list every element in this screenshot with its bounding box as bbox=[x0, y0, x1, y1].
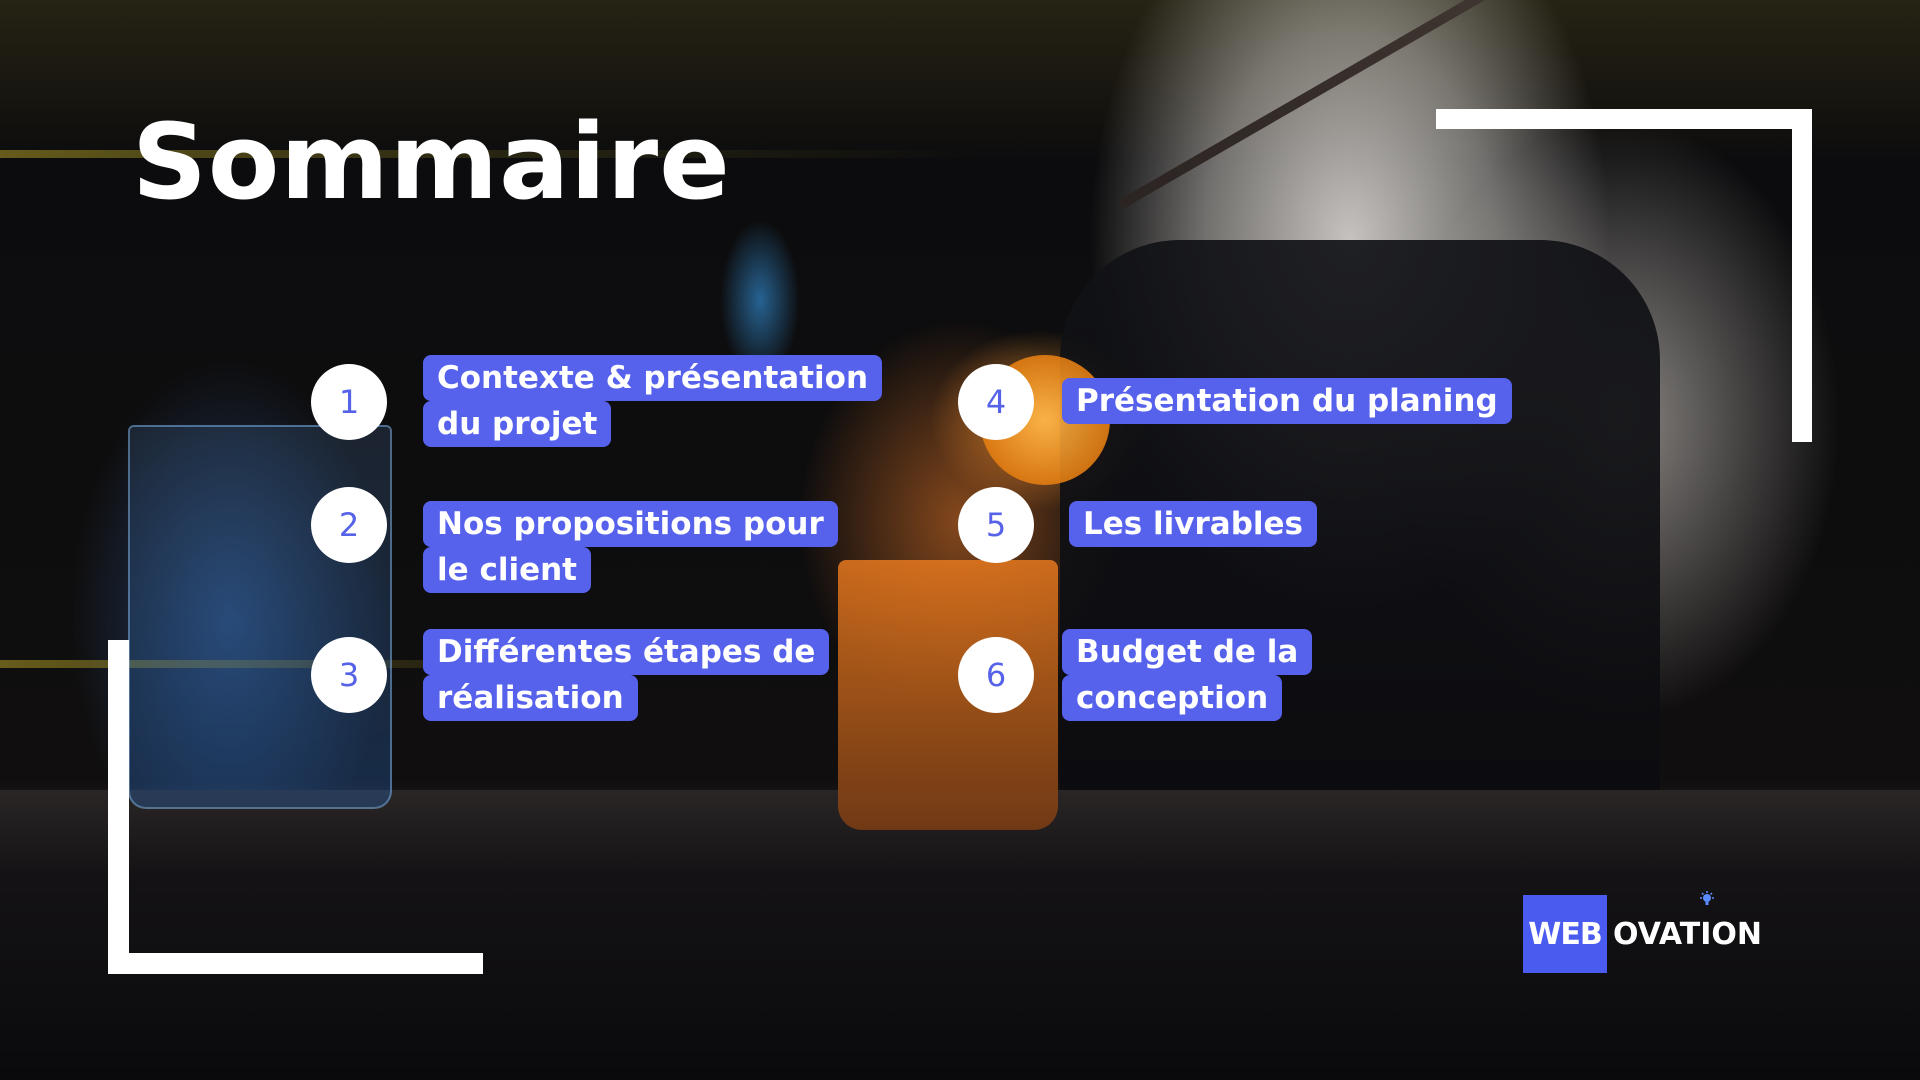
item-number-badge: 3 bbox=[311, 637, 387, 713]
agenda-item-line: Présentation du planing bbox=[1062, 378, 1512, 424]
agenda-item-line: réalisation bbox=[423, 675, 638, 721]
bar-spoon-shape bbox=[1117, 0, 1729, 210]
frame-corner-top-right bbox=[1792, 109, 1812, 442]
agenda-item-6: Budget de la conception bbox=[1062, 629, 1313, 721]
agenda-item-line: Budget de la bbox=[1062, 629, 1313, 675]
logo-ovation-text: OVATION bbox=[1613, 890, 1763, 952]
agenda-item-line: le client bbox=[423, 547, 591, 593]
agenda-item-line: Les livrables bbox=[1069, 501, 1317, 547]
item-number-badge: 4 bbox=[958, 364, 1034, 440]
agenda-item-4: Présentation du planing bbox=[1062, 378, 1512, 424]
agenda-item-line: du projet bbox=[423, 401, 612, 447]
agenda-item-line: Nos propositions pour bbox=[423, 501, 838, 547]
frame-corner-top-right bbox=[1436, 109, 1812, 129]
agenda-item-line: conception bbox=[1062, 675, 1283, 721]
logo-ovation-label: OVATION bbox=[1613, 916, 1763, 952]
item-number-badge: 1 bbox=[311, 364, 387, 440]
logo-web-block: WEB bbox=[1523, 895, 1607, 973]
item-number-badge: 6 bbox=[958, 637, 1034, 713]
crystal-glass-shape bbox=[128, 425, 392, 809]
agenda-item-line: Différentes étapes de bbox=[423, 629, 830, 675]
frame-corner-bottom-left bbox=[108, 640, 129, 974]
weboviation-logo: WEB OVATION bbox=[1523, 890, 1763, 973]
agenda-item-5: Les livrables bbox=[1069, 501, 1317, 547]
item-number-badge: 2 bbox=[311, 487, 387, 563]
slide: Sommaire 1 Contexte & présentation du pr… bbox=[0, 0, 1920, 1080]
lightbulb-icon bbox=[1700, 890, 1714, 905]
frame-corner-bottom-left bbox=[108, 953, 483, 974]
agenda-item-2: Nos propositions pour le client bbox=[423, 501, 838, 593]
agenda-item-3: Différentes étapes de réalisation bbox=[423, 629, 830, 721]
agenda-item-line: Contexte & présentation bbox=[423, 355, 883, 401]
page-title: Sommaire bbox=[132, 101, 731, 223]
agenda-item-1: Contexte & présentation du projet bbox=[423, 355, 883, 447]
item-number-badge: 5 bbox=[958, 487, 1034, 563]
